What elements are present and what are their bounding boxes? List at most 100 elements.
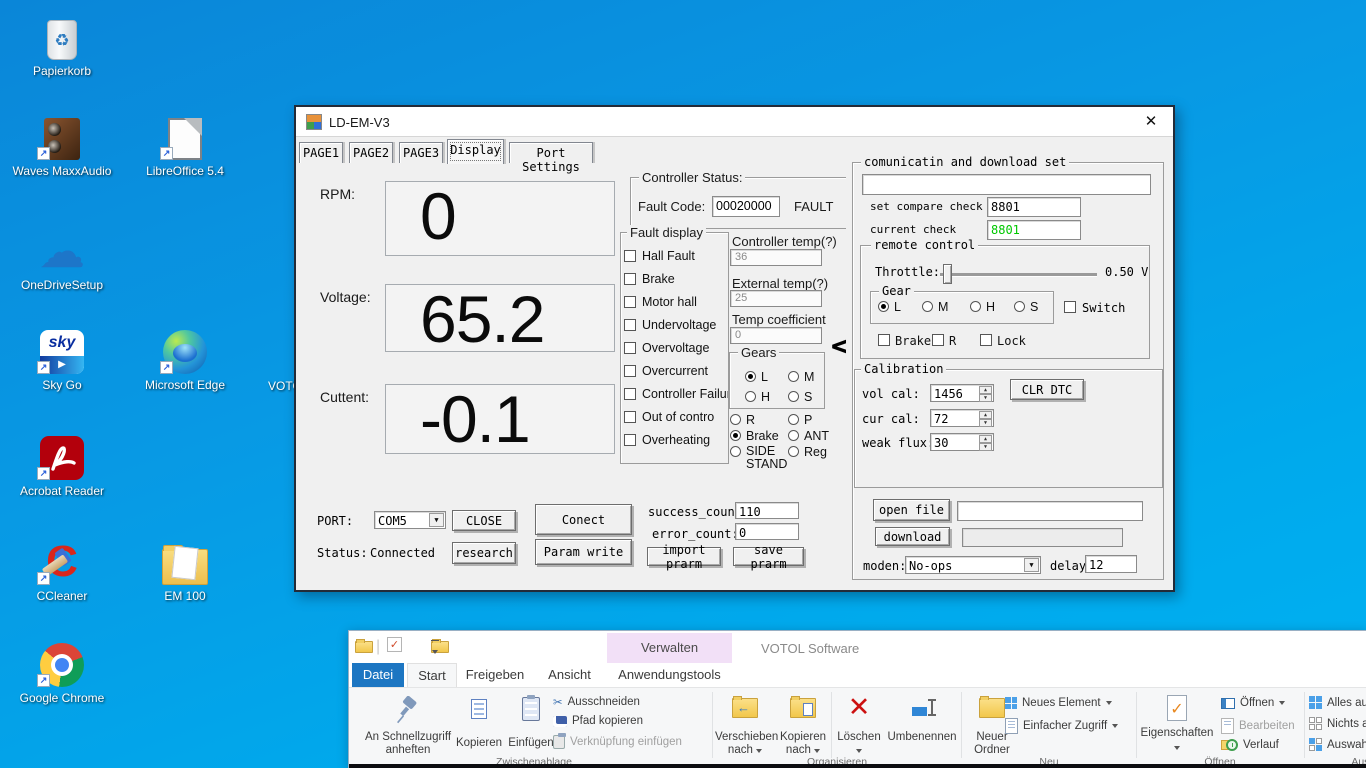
title-bar[interactable]: LD-EM-V3 ✕ xyxy=(296,107,1173,137)
fault-checkbox-overcurrent[interactable] xyxy=(624,365,636,377)
desktop-icon-em-100[interactable]: EM 100 xyxy=(130,533,240,603)
comm-top-field[interactable] xyxy=(862,174,1151,195)
close-port-button[interactable]: CLOSE xyxy=(452,510,516,531)
select-all-button[interactable]: Alles auswählen xyxy=(1309,696,1366,709)
new-item-button[interactable]: Neues Element xyxy=(1005,697,1112,709)
history-button[interactable]: Verlauf xyxy=(1221,739,1279,751)
download-button[interactable]: download xyxy=(875,527,950,546)
remote-gear-radio-s[interactable] xyxy=(1014,301,1025,312)
properties-button[interactable]: ✓ Eigenschaften xyxy=(1139,690,1215,762)
import-param-button[interactable]: import prarm xyxy=(647,547,721,566)
current-check-field[interactable]: 8801 xyxy=(987,220,1081,240)
tab-page1[interactable]: PAGE1 xyxy=(299,142,343,163)
desktop-icon-google-chrome[interactable]: ↗Google Chrome xyxy=(7,635,117,705)
mode-radio-ant[interactable] xyxy=(788,430,799,441)
gears-radio-h[interactable] xyxy=(745,391,756,402)
success-count-field[interactable]: 110 xyxy=(735,502,799,519)
easy-access-button[interactable]: Einfacher Zugriff xyxy=(1005,718,1118,734)
pin-to-quickaccess-button[interactable]: An Schnellzugriff anheften xyxy=(356,690,460,762)
explorer-tab-anwendungstools[interactable]: Anwendungstools xyxy=(607,663,732,687)
mode-radio-side-stand[interactable] xyxy=(730,446,741,457)
throttle-slider-thumb[interactable] xyxy=(943,264,952,284)
desktop-icon-papierkorb[interactable]: ♻Papierkorb xyxy=(7,8,117,78)
rename-button[interactable]: Umbenennen xyxy=(885,690,959,762)
qat-check-icon[interactable]: ✓ xyxy=(387,637,402,652)
tab-port-settings[interactable]: Port Settings xyxy=(509,142,593,163)
set-compare-check-field[interactable]: 8801 xyxy=(987,197,1081,217)
edit-button[interactable]: Bearbeiten xyxy=(1221,718,1295,734)
mode-radio-p[interactable] xyxy=(788,414,799,425)
desktop-icon-onedrivesetup[interactable]: ☁OneDriveSetup xyxy=(7,222,117,292)
remote-gear-radio-h[interactable] xyxy=(970,301,981,312)
gears-radio-l[interactable] xyxy=(745,371,756,382)
delay-field[interactable]: 12 xyxy=(1085,555,1137,573)
desktop-icon-ccleaner[interactable]: C↗CCleaner xyxy=(7,533,117,603)
spinner[interactable]: ▲▼ xyxy=(979,386,992,400)
remote-gear-radio-l[interactable] xyxy=(878,301,889,312)
fault-checkbox-overvoltage[interactable] xyxy=(624,342,636,354)
cal-field-cur-cal[interactable]: 72▲▼ xyxy=(930,409,994,427)
fault-checkbox-out-of-contro[interactable] xyxy=(624,411,636,423)
open-file-field[interactable] xyxy=(957,501,1143,521)
fault-checkbox-controller-failure[interactable] xyxy=(624,388,636,400)
fault-checkbox-undervoltage[interactable] xyxy=(624,319,636,331)
cal-field-vol-cal[interactable]: 1456▲▼ xyxy=(930,384,994,402)
remote-gear-radio-m[interactable] xyxy=(922,301,933,312)
port-dropdown-icon[interactable]: ▼ xyxy=(429,513,444,527)
moden-combobox[interactable]: No-ops ▼ xyxy=(905,556,1041,574)
tab-display[interactable]: Display xyxy=(447,139,504,164)
desktop-icon-waves-maxxaudio[interactable]: ↗Waves MaxxAudio xyxy=(7,108,117,178)
spinner[interactable]: ▲▼ xyxy=(979,411,992,425)
qat-folder-icon[interactable] xyxy=(355,641,373,653)
mode-radio-brake[interactable] xyxy=(730,430,741,441)
desktop-icon-votol-software-label[interactable]: VOTOL Software xyxy=(268,379,294,393)
clr-dtc-button[interactable]: CLR DTC xyxy=(1010,379,1084,400)
gears-radio-s[interactable] xyxy=(788,391,799,402)
copy-button[interactable]: Kopieren xyxy=(455,690,503,762)
explorer-tab-freigeben[interactable]: Freigeben xyxy=(464,663,526,687)
research-button[interactable]: research xyxy=(452,542,516,564)
contextual-tab-verwalten[interactable]: Verwalten xyxy=(607,633,732,663)
close-button[interactable]: ✕ xyxy=(1141,112,1161,132)
connect-button[interactable]: Conect xyxy=(535,504,632,535)
save-param-button[interactable]: save prarm xyxy=(733,547,804,566)
port-combobox[interactable]: COM5 ▼ xyxy=(374,511,446,529)
tab-page3[interactable]: PAGE3 xyxy=(399,142,443,163)
switch-checkbox[interactable] xyxy=(1064,301,1076,313)
remote-checkbox-r[interactable] xyxy=(932,334,944,346)
desktop-icon-sky-go[interactable]: sky▶↗Sky Go xyxy=(7,322,117,392)
fault-checkbox-hall-fault[interactable] xyxy=(624,250,636,262)
mode-radio-r[interactable] xyxy=(730,414,741,425)
error-count-field[interactable]: 0 xyxy=(735,523,799,540)
move-to-button[interactable]: ← Verschieben nach xyxy=(715,690,775,762)
fault-checkbox-overheating[interactable] xyxy=(624,434,636,446)
invert-selection-button[interactable]: Auswahl umkehren xyxy=(1309,738,1366,751)
mode-radio-reg[interactable] xyxy=(788,446,799,457)
copy-path-button[interactable]: Pfad kopieren xyxy=(553,715,643,727)
throttle-slider-track[interactable] xyxy=(940,273,1097,276)
spinner[interactable]: ▲▼ xyxy=(979,435,992,449)
fault-checkbox-brake[interactable] xyxy=(624,273,636,285)
paste-shortcut-button[interactable]: Verknüpfung einfügen xyxy=(553,735,682,749)
open-button[interactable]: Öffnen xyxy=(1221,697,1285,709)
copy-to-button[interactable]: Kopieren nach xyxy=(777,690,829,762)
explorer-tab-ansicht[interactable]: Ansicht xyxy=(547,663,592,687)
paste-button[interactable]: Einfügen xyxy=(503,690,559,762)
desktop-icon-libreoffice-5-4[interactable]: ↗LibreOffice 5.4 xyxy=(130,108,240,178)
desktop-icon-microsoft-edge[interactable]: ↗Microsoft Edge xyxy=(130,322,240,392)
remote-checkbox-brake[interactable] xyxy=(878,334,890,346)
fault-checkbox-motor-hall[interactable] xyxy=(624,296,636,308)
fault-code-field[interactable]: 00020000 xyxy=(712,196,780,217)
explorer-tab-datei[interactable]: Datei xyxy=(352,663,404,687)
select-none-button[interactable]: Nichts auswählen xyxy=(1309,717,1366,730)
remote-checkbox-lock[interactable] xyxy=(980,334,992,346)
qat-customize-icon[interactable] xyxy=(431,640,439,659)
moden-dropdown-icon[interactable]: ▼ xyxy=(1024,558,1039,572)
delete-button[interactable]: ✕ Löschen xyxy=(835,690,883,762)
gears-radio-m[interactable] xyxy=(788,371,799,382)
desktop-icon-acrobat-reader[interactable]: ↗Acrobat Reader xyxy=(7,428,117,498)
cut-button[interactable]: ✂ Ausschneiden xyxy=(553,695,640,709)
tab-page2[interactable]: PAGE2 xyxy=(349,142,393,163)
open-file-button[interactable]: open file xyxy=(873,499,950,521)
cal-field-weak-flux[interactable]: 30▲▼ xyxy=(930,433,994,451)
